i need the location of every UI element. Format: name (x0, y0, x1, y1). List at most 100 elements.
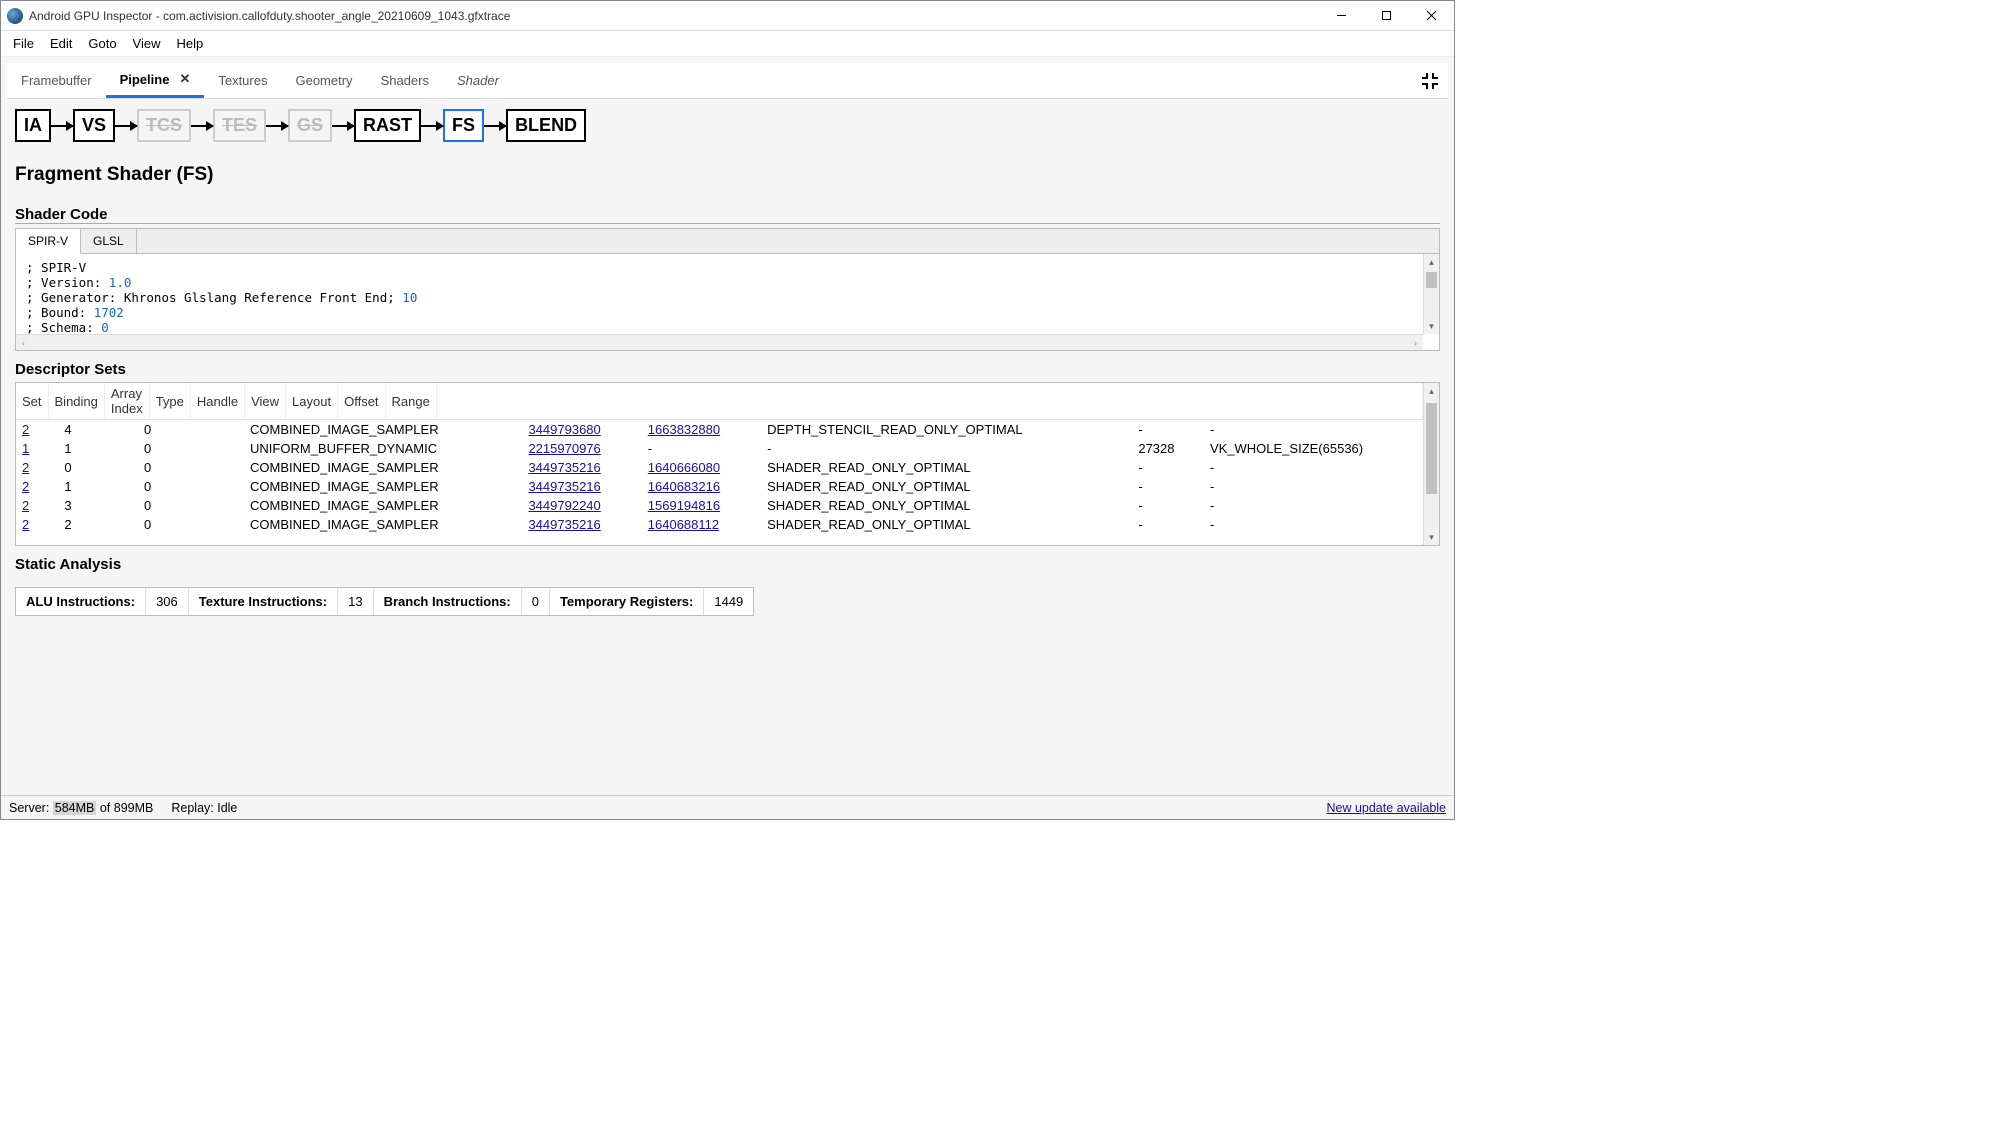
table-row[interactable]: 240COMBINED_IMAGE_SAMPLER344979368016638… (16, 420, 1423, 439)
scroll-track[interactable] (1424, 399, 1439, 529)
update-link[interactable]: New update available (1326, 801, 1446, 815)
table-cell: 2 (16, 496, 58, 515)
menu-help[interactable]: Help (169, 32, 212, 55)
scroll-thumb[interactable] (1426, 272, 1437, 288)
stage-vs[interactable]: VS (73, 109, 115, 142)
descriptor-link[interactable]: 3449793680 (528, 422, 600, 437)
col-offset[interactable]: Offset (338, 383, 385, 420)
close-button[interactable] (1409, 1, 1454, 31)
table-cell: 0 (138, 496, 244, 515)
pipeline-stages: IA VS TCS TES GS RAST FS BLEND (1, 99, 1454, 152)
descriptor-link[interactable]: 2215970976 (528, 441, 600, 456)
descriptor-link[interactable]: 1640688112 (648, 517, 719, 532)
table-cell: - (1132, 458, 1204, 477)
arrow-icon (484, 125, 506, 127)
descriptor-link[interactable]: 3449735216 (528, 479, 600, 494)
scroll-right-icon[interactable]: › (1414, 338, 1417, 348)
col-view[interactable]: View (245, 383, 286, 420)
fragment-section: Fragment Shader (FS) (1, 152, 1454, 196)
menu-view[interactable]: View (125, 32, 169, 55)
code-tab-spirv[interactable]: SPIR-V (16, 229, 81, 254)
descriptor-scrollbar-v[interactable]: ▴ ▾ (1423, 383, 1439, 545)
table-cell: 2 (16, 458, 58, 477)
tab-shaders[interactable]: Shaders (367, 65, 443, 96)
table-row[interactable]: 220COMBINED_IMAGE_SAMPLER344973521616406… (16, 515, 1423, 534)
col-type[interactable]: Type (149, 383, 190, 420)
table-cell: COMBINED_IMAGE_SAMPLER (244, 496, 522, 515)
tab-framebuffer[interactable]: Framebuffer (7, 65, 106, 96)
static-analysis-table: ALU Instructions: 306 Texture Instructio… (15, 587, 754, 616)
code-line: ; Bound: 1702 (26, 305, 1429, 320)
table-cell: - (1132, 420, 1204, 439)
table-cell: COMBINED_IMAGE_SAMPLER (244, 477, 522, 496)
descriptor-link[interactable]: 2 (22, 498, 29, 513)
col-range[interactable]: Range (385, 383, 436, 420)
table-row[interactable]: 230COMBINED_IMAGE_SAMPLER344979224015691… (16, 496, 1423, 515)
app-window: Android GPU Inspector - com.activision.c… (0, 0, 1455, 820)
code-area-wrap: ; SPIR-V; Version: 1.0; Generator: Khron… (16, 254, 1439, 350)
descriptor-link[interactable]: 3449735216 (528, 517, 600, 532)
collapse-fullscreen-button[interactable] (1412, 72, 1448, 90)
code-tab-glsl[interactable]: GLSL (81, 229, 137, 253)
table-row[interactable]: 200COMBINED_IMAGE_SAMPLER344973521616406… (16, 458, 1423, 477)
scroll-thumb[interactable] (1426, 403, 1437, 494)
menu-goto[interactable]: Goto (80, 32, 124, 55)
tab-close-icon[interactable]: ✕ (179, 71, 190, 87)
col-array-index[interactable]: Array Index (104, 383, 149, 420)
table-cell: - (1204, 458, 1423, 477)
scroll-track[interactable] (1424, 270, 1439, 318)
status-server-prefix: Server: (9, 801, 53, 815)
scroll-up-icon[interactable]: ▴ (1424, 254, 1439, 270)
descriptor-link[interactable]: 1 (22, 441, 29, 456)
arrow-icon (191, 125, 213, 127)
descriptor-link[interactable]: 2 (22, 460, 29, 475)
descriptor-link[interactable]: 2 (22, 479, 29, 494)
tab-pipeline[interactable]: Pipeline ✕ (106, 63, 205, 98)
code-scrollbar-v[interactable]: ▴ ▾ (1423, 254, 1439, 334)
descriptor-link[interactable]: 1640683216 (648, 479, 720, 494)
descriptor-link[interactable]: 1640666080 (648, 460, 720, 475)
descriptor-link[interactable]: 3449735216 (528, 460, 600, 475)
col-set[interactable]: Set (16, 383, 48, 420)
scroll-down-icon[interactable]: ▾ (1424, 318, 1439, 334)
stage-ia[interactable]: IA (15, 109, 51, 142)
maximize-button[interactable] (1364, 1, 1409, 31)
tempreg-value: 1449 (704, 588, 753, 615)
tab-geometry[interactable]: Geometry (281, 65, 366, 96)
descriptor-link[interactable]: 2 (22, 517, 29, 532)
stage-rast[interactable]: RAST (354, 109, 421, 142)
menu-edit[interactable]: Edit (42, 32, 80, 55)
descriptor-link[interactable]: 1663832880 (648, 422, 720, 437)
col-binding[interactable]: Binding (48, 383, 104, 420)
table-row[interactable]: 210COMBINED_IMAGE_SAMPLER344973521616406… (16, 477, 1423, 496)
col-layout[interactable]: Layout (286, 383, 338, 420)
minimize-icon (1336, 10, 1347, 21)
descriptor-link[interactable]: 2 (22, 422, 29, 437)
scroll-down-icon[interactable]: ▾ (1424, 529, 1439, 545)
scroll-left-icon[interactable]: ‹ (22, 338, 25, 348)
tempreg-label: Temporary Registers: (550, 588, 704, 615)
scroll-up-icon[interactable]: ▴ (1424, 383, 1439, 399)
stage-tcs[interactable]: TCS (137, 109, 191, 142)
stage-gs[interactable]: GS (288, 109, 332, 142)
code-text[interactable]: ; SPIR-V; Version: 1.0; Generator: Khron… (16, 254, 1439, 334)
stage-blend[interactable]: BLEND (506, 109, 586, 142)
table-cell: 3449793680 (522, 420, 641, 439)
tab-shader[interactable]: Shader (443, 65, 513, 96)
stage-tes[interactable]: TES (213, 109, 266, 142)
descriptor-link[interactable]: 1569194816 (648, 498, 720, 513)
code-scrollbar-h[interactable]: ‹› (16, 334, 1423, 350)
table-cell: SHADER_READ_ONLY_OPTIMAL (761, 458, 1132, 477)
table-cell: 0 (138, 477, 244, 496)
table-cell: 27328 (1132, 439, 1204, 458)
menu-file[interactable]: File (5, 32, 42, 55)
table-cell: COMBINED_IMAGE_SAMPLER (244, 515, 522, 534)
tab-textures[interactable]: Textures (204, 65, 281, 96)
arrow-icon (115, 125, 137, 127)
descriptor-link[interactable]: 3449792240 (528, 498, 600, 513)
stage-fs[interactable]: FS (443, 109, 484, 142)
minimize-button[interactable] (1319, 1, 1364, 31)
descriptor-rows-viewport[interactable]: 240COMBINED_IMAGE_SAMPLER344979368016638… (16, 420, 1439, 545)
col-handle[interactable]: Handle (190, 383, 244, 420)
table-row[interactable]: 110UNIFORM_BUFFER_DYNAMIC2215970976--273… (16, 439, 1423, 458)
